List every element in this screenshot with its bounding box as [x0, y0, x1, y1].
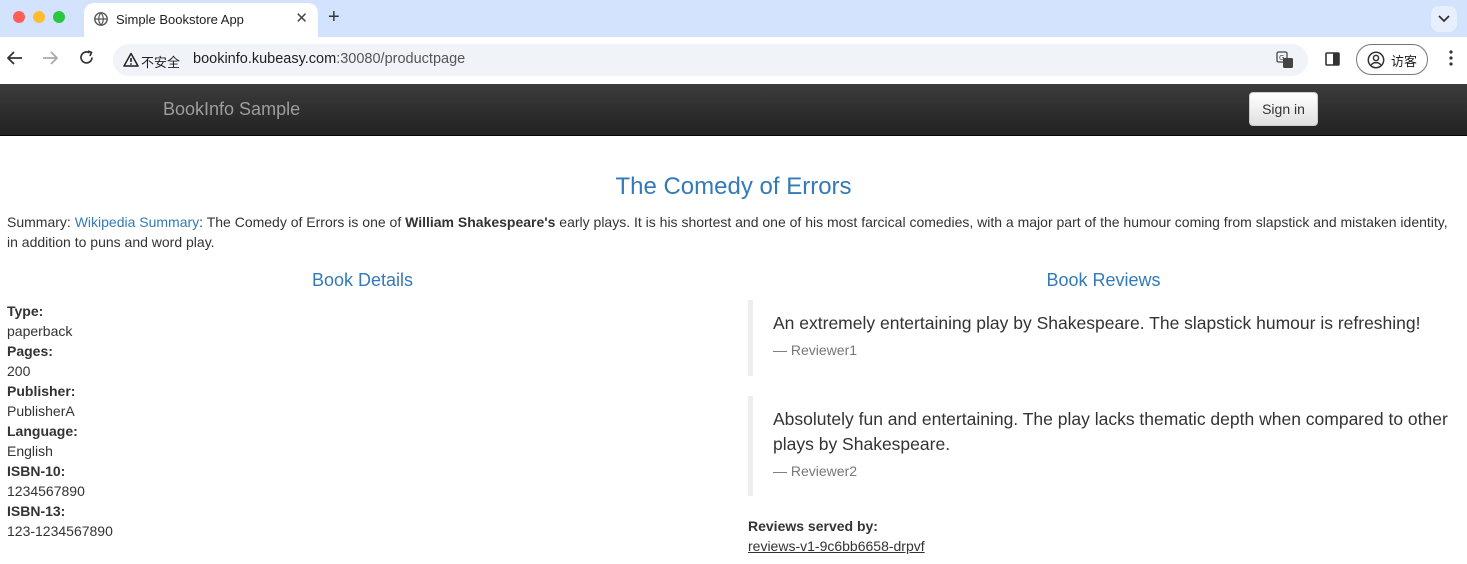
review-item: Absolutely fun and entertaining. The pla…: [748, 396, 1453, 496]
detail-value-type: paperback: [7, 323, 73, 339]
profile-button[interactable]: 访客: [1356, 44, 1428, 75]
profile-icon: [1367, 51, 1385, 69]
new-tab-button[interactable]: +: [328, 6, 340, 29]
minimize-window-button[interactable]: [33, 11, 45, 23]
url-text[interactable]: bookinfo.kubeasy.com:30080/productpage: [193, 51, 465, 67]
reviews-served-by-value: reviews-v1-9c6bb6658-drpvf: [748, 538, 925, 554]
close-tab-icon[interactable]: ✕: [295, 9, 308, 27]
detail-label-publisher: Publisher:: [7, 383, 76, 399]
detail-label-isbn13: ISBN-13:: [7, 503, 66, 519]
detail-label-isbn10: ISBN-10:: [7, 463, 66, 479]
detail-value-pages: 200: [7, 363, 31, 379]
svg-text:G: G: [1279, 54, 1284, 62]
book-details-heading: Book Details: [311, 270, 414, 290]
reload-icon: [79, 50, 93, 64]
detail-value-language: English: [7, 443, 53, 459]
detail-label-language: Language:: [7, 423, 78, 439]
globe-icon: [94, 12, 108, 26]
reviewer-name: — Reviewer2: [773, 463, 858, 479]
navbar-brand[interactable]: BookInfo Sample: [163, 99, 300, 120]
reviewer-name: — Reviewer1: [773, 342, 858, 358]
warning-icon[interactable]: [123, 52, 139, 68]
detail-value-publisher: PublisherA: [7, 403, 75, 419]
browser-tab[interactable]: Simple Bookstore App ✕: [84, 3, 318, 37]
close-window-button[interactable]: [13, 11, 25, 23]
summary-prefix: Summary:: [7, 214, 75, 230]
browser-toolbar: 不安全 bookinfo.kubeasy.com:30080/productpa…: [0, 37, 1467, 83]
url-host: bookinfo.kubeasy.com: [193, 51, 337, 67]
profile-label: 访客: [1391, 54, 1418, 69]
tab-search-button[interactable]: [1431, 6, 1457, 32]
address-bar[interactable]: 不安全 bookinfo.kubeasy.com:30080/productpa…: [113, 44, 1308, 76]
back-icon: [6, 51, 22, 65]
detail-value-isbn13: 123-1234567890: [7, 523, 113, 539]
site-navbar: BookInfo Sample Sign in: [0, 84, 1467, 136]
back-button[interactable]: [4, 49, 26, 71]
review-text: Absolutely fun and entertaining. The pla…: [773, 409, 1448, 454]
book-summary: Summary: Wikipedia Summary: The Comedy o…: [7, 212, 1452, 252]
wikipedia-summary-link[interactable]: Wikipedia Summary: [75, 214, 199, 230]
tab-title: Simple Bookstore App: [116, 12, 244, 27]
book-reviews-heading: Book Reviews: [1046, 270, 1161, 290]
book-details-list: Type: paperback Pages: 200 Publisher: Pu…: [7, 301, 113, 541]
chevron-down-icon: [1438, 15, 1450, 23]
forward-button[interactable]: [39, 49, 61, 71]
kebab-menu-icon: [1449, 50, 1453, 66]
security-label[interactable]: 不安全: [141, 52, 180, 71]
detail-value-isbn10: 1234567890: [7, 483, 85, 499]
forward-icon: [43, 51, 59, 65]
tab-bar: Simple Bookstore App ✕ +: [0, 0, 1467, 37]
review-text: An extremely entertaining play by Shakes…: [773, 313, 1421, 333]
reviews-served-by-label: Reviews served by:: [748, 518, 878, 534]
book-title: The Comedy of Errors: [615, 173, 852, 200]
review-item: An extremely entertaining play by Shakes…: [748, 300, 1453, 376]
detail-label-pages: Pages:: [7, 343, 53, 359]
reload-button[interactable]: [75, 49, 97, 71]
maximize-window-button[interactable]: [53, 11, 65, 23]
detail-label-type: Type:: [7, 303, 44, 319]
summary-text-1: : The Comedy of Errors is one of: [199, 214, 406, 230]
summary-author: William Shakespeare's: [405, 214, 556, 230]
menu-icon[interactable]: [1444, 50, 1458, 70]
url-path: :30080/productpage: [336, 51, 466, 67]
sign-in-button[interactable]: Sign in: [1249, 92, 1318, 126]
translate-icon[interactable]: G: [1276, 51, 1294, 69]
side-panel-icon[interactable]: [1325, 52, 1340, 66]
